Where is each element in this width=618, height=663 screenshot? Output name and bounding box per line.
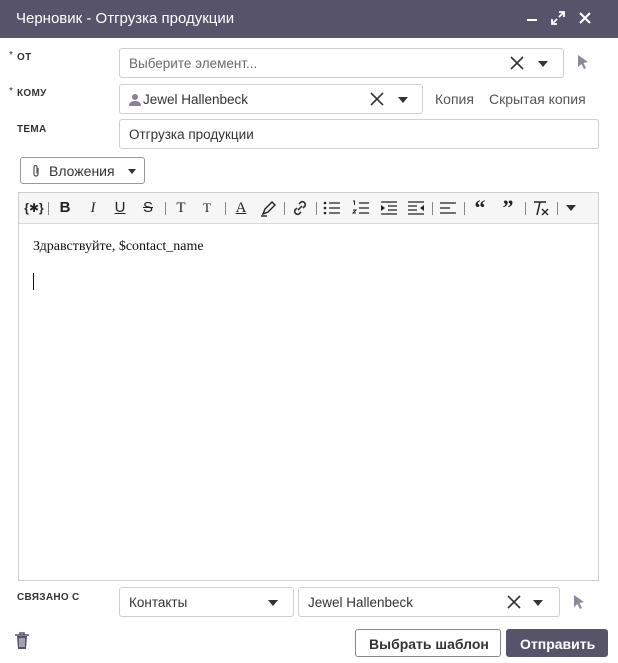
bold-icon[interactable]: B <box>56 197 74 219</box>
chevron-down-icon <box>128 169 136 174</box>
clear-format-icon[interactable] <box>531 197 551 219</box>
send-label: Отправить <box>520 636 596 652</box>
numbered-list-icon[interactable] <box>351 197 371 219</box>
toolbar-separator <box>464 202 465 215</box>
clear-icon[interactable] <box>507 595 521 609</box>
send-button[interactable]: Отправить <box>506 629 608 657</box>
editor-content[interactable]: Здравствуйте, $contact_name <box>33 239 204 255</box>
underline-icon[interactable]: U <box>111 197 129 219</box>
chevron-down-icon[interactable] <box>268 600 278 606</box>
to-recipient: Jewel Hallenbeck <box>143 92 249 107</box>
choose-template-button[interactable]: Выбрать шаблон <box>355 629 501 657</box>
paperclip-icon <box>31 164 41 178</box>
related-record-select[interactable]: Jewel Hallenbeck <box>298 587 560 617</box>
link-icon[interactable] <box>290 197 310 219</box>
toolbar-separator <box>557 202 558 215</box>
to-select[interactable]: Jewel Hallenbeck <box>119 84 423 114</box>
related-record-value: Jewel Hallenbeck <box>308 595 414 610</box>
subject-value: Отгрузка продукции <box>129 127 254 142</box>
toolbar-separator <box>225 202 226 215</box>
clear-icon[interactable] <box>370 92 384 106</box>
choose-template-label: Выбрать шаблон <box>369 636 489 652</box>
toolbar-separator <box>165 202 166 215</box>
font-size-icon[interactable]: T <box>172 197 190 219</box>
text-cursor <box>33 273 34 290</box>
related-type-value: Контакты <box>129 595 188 610</box>
required-mark: * <box>9 86 13 97</box>
open-quote-icon[interactable]: “ <box>470 197 490 219</box>
cursor-pick-icon[interactable] <box>576 54 590 70</box>
person-icon <box>129 93 141 106</box>
to-label: КОМУ <box>17 88 47 99</box>
maximize-icon[interactable] <box>548 8 568 28</box>
italic-icon[interactable]: I <box>84 197 102 219</box>
toolbar-separator <box>432 202 433 215</box>
related-label: СВЯЗАНО С <box>17 592 80 603</box>
subject-input[interactable]: Отгрузка продукции <box>119 119 599 149</box>
text-color-icon[interactable]: A <box>232 197 250 219</box>
subject-label: ТЕМА <box>17 124 47 135</box>
toolbar-separator <box>316 202 317 215</box>
outdent-icon[interactable] <box>406 197 426 219</box>
toolbar-separator <box>525 202 526 215</box>
minimize-icon[interactable] <box>522 8 542 28</box>
from-label: ОТ <box>17 52 32 63</box>
close-icon[interactable] <box>575 8 595 28</box>
chevron-down-icon[interactable] <box>538 61 548 67</box>
window-title: Черновик - Отгрузка продукции <box>16 10 235 27</box>
cc-link[interactable]: Копия <box>435 91 474 107</box>
strikethrough-icon[interactable]: S <box>139 197 157 219</box>
indent-icon[interactable] <box>379 197 399 219</box>
close-quote-icon[interactable]: ” <box>498 197 518 219</box>
editor-toolbar: {✱} B I U S T T A “ ” <box>19 193 598 224</box>
chevron-down-icon[interactable] <box>533 600 543 606</box>
required-mark: * <box>9 50 13 61</box>
clear-icon[interactable] <box>510 56 524 70</box>
toolbar-separator <box>284 202 285 215</box>
align-left-icon[interactable] <box>438 197 458 219</box>
toolbar-separator <box>48 202 49 215</box>
chevron-down-icon[interactable] <box>398 97 408 103</box>
attachments-button[interactable]: Вложения <box>20 157 145 184</box>
font-family-icon[interactable]: T <box>198 197 216 219</box>
from-placeholder: Выберите элемент... <box>129 56 258 71</box>
window-titlebar: Черновик - Отгрузка продукции <box>0 0 618 38</box>
cursor-pick-icon[interactable] <box>572 594 586 610</box>
bullet-list-icon[interactable] <box>322 197 342 219</box>
highlight-icon[interactable] <box>259 197 279 219</box>
insert-variable-icon[interactable]: {✱} <box>23 197 45 219</box>
trash-icon[interactable] <box>14 632 30 650</box>
related-type-select[interactable]: Контакты <box>119 587 294 617</box>
editor[interactable]: {✱} B I U S T T A “ ” Здравствуйте, $con… <box>18 192 599 581</box>
from-select[interactable]: Выберите элемент... <box>119 48 564 78</box>
bcc-link[interactable]: Скрытая копия <box>489 91 586 107</box>
attachments-label: Вложения <box>49 163 115 179</box>
chevron-down-icon[interactable] <box>566 205 576 211</box>
